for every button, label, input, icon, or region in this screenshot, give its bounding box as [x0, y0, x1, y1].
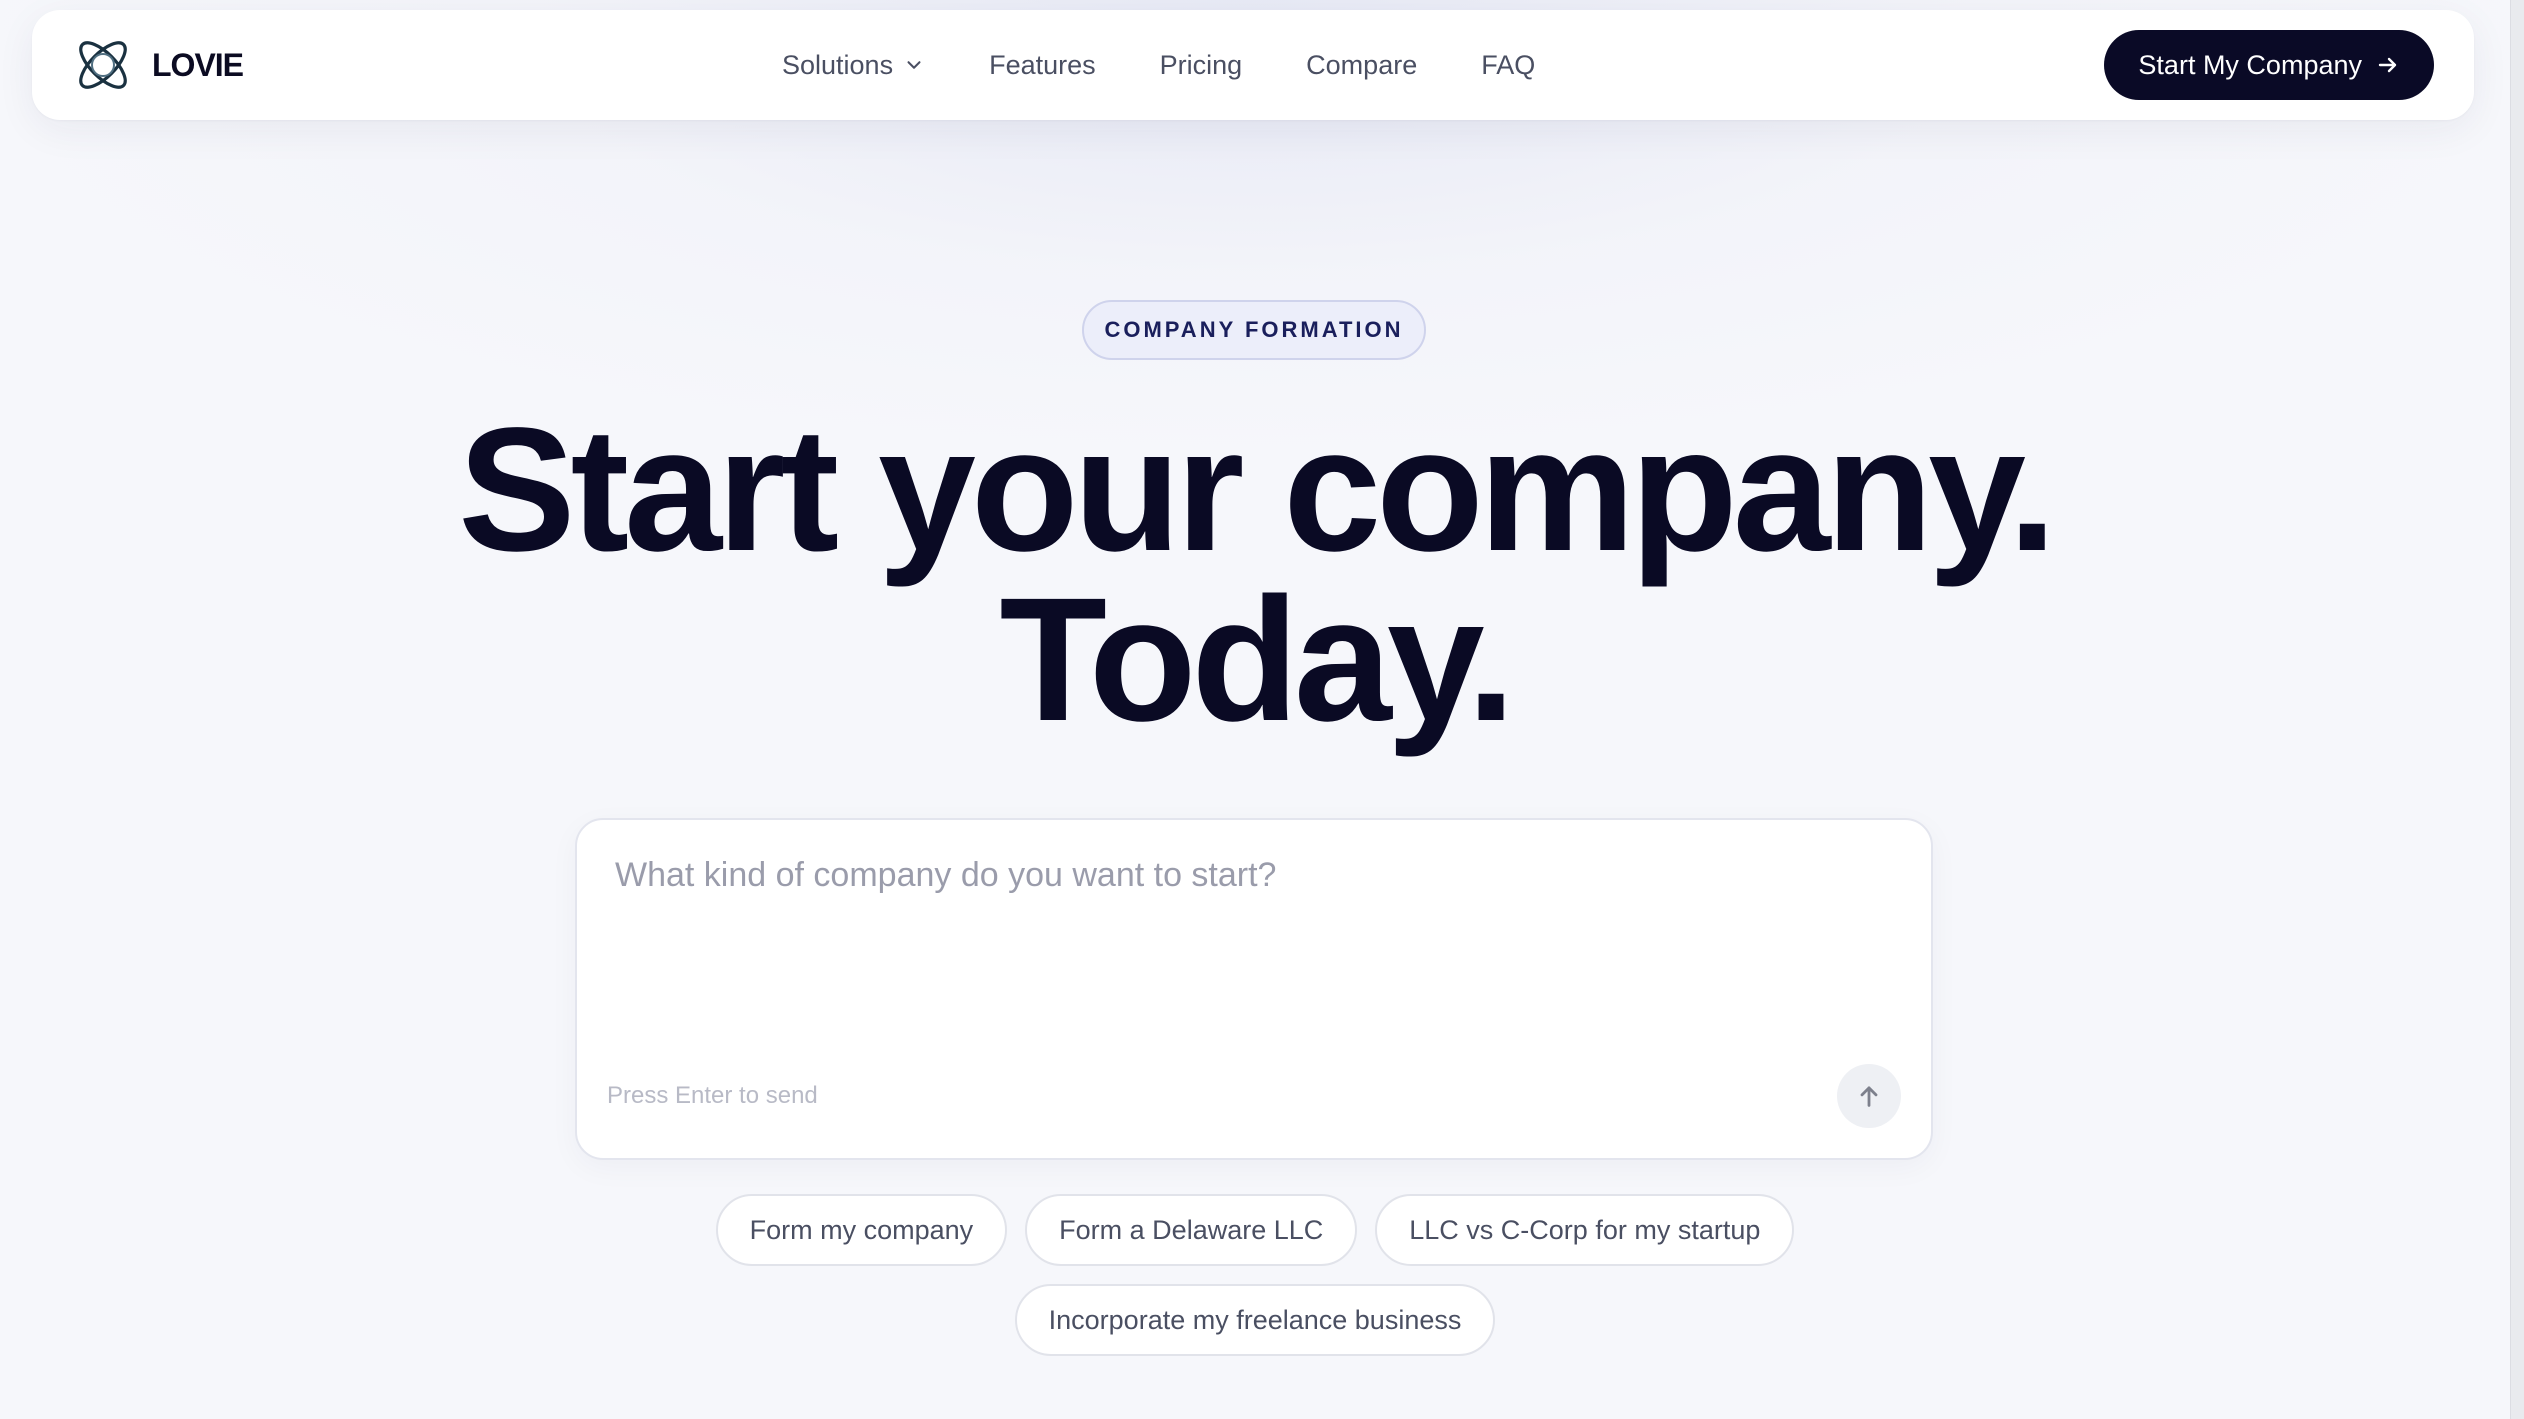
suggestion-chip-llc-vs-ccorp[interactable]: LLC vs C-Corp for my startup [1375, 1194, 1795, 1266]
nav-item-compare[interactable]: Compare [1306, 50, 1417, 81]
nav-item-label: Pricing [1159, 49, 1243, 80]
arrow-up-icon [1860, 1086, 1878, 1107]
hero-headline: Start your company. Today. [0, 392, 2510, 758]
company-prompt-input[interactable] [615, 856, 1815, 976]
headline-line-1: Start your company. [458, 392, 2057, 588]
main-nav: Solutions Features Pricing Compare FAQ [782, 10, 1535, 120]
nav-item-features[interactable]: Features [989, 50, 1096, 81]
start-my-company-button[interactable]: Start My Company [2104, 30, 2434, 100]
section-badge: COMPANY FORMATION [1082, 300, 1426, 360]
suggestion-row: Incorporate my freelance business [0, 1284, 2510, 1356]
chevron-down-icon [907, 61, 921, 69]
interlocking-rings-logo-icon [79, 41, 127, 89]
nav-item-faq[interactable]: FAQ [1481, 50, 1535, 81]
top-navbar: LOVIE Solutions Features Pricing Compare… [32, 10, 2474, 120]
nav-item-pricing[interactable]: Pricing [1160, 50, 1243, 81]
cta-label: Start My Company [2138, 49, 2362, 80]
prompt-box: Press Enter to send [575, 818, 1933, 1160]
suggestion-chip-freelance[interactable]: Incorporate my freelance business [1014, 1284, 1496, 1356]
headline-line-2: Today. [999, 562, 1515, 758]
suggestion-chip-form-my-company[interactable]: Form my company [715, 1194, 1008, 1266]
nav-item-solutions[interactable]: Solutions [782, 50, 925, 81]
brand-logo[interactable]: LOVIE [70, 32, 244, 98]
send-button[interactable] [1837, 1064, 1901, 1128]
nav-item-label: Solutions [782, 49, 894, 80]
arrow-right-icon [2378, 57, 2397, 73]
nav-item-label: Compare [1306, 49, 1418, 80]
nav-item-label: Features [989, 49, 1096, 80]
nav-item-label: FAQ [1481, 49, 1536, 80]
vertical-scrollbar[interactable] [2510, 0, 2524, 1419]
suggestion-chip-delaware-llc[interactable]: Form a Delaware LLC [1025, 1194, 1358, 1266]
suggestion-row: Form my company Form a Delaware LLC LLC … [0, 1194, 2510, 1266]
brand-name: LOVIE [152, 46, 244, 83]
send-hint: Press Enter to send [607, 1082, 818, 1109]
